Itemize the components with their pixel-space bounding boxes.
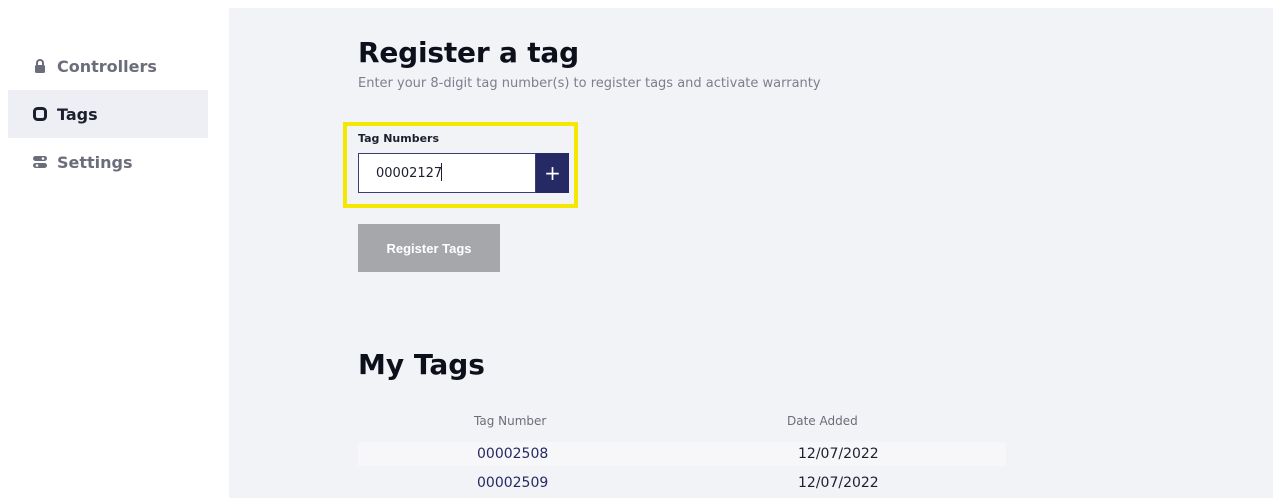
add-tag-button[interactable]: + xyxy=(536,153,569,193)
sidebar-item-label: Tags xyxy=(57,104,98,124)
table-row: 00002509 12/07/2022 xyxy=(358,471,1006,495)
lock-icon xyxy=(33,59,47,73)
tag-number-cell: 00002509 xyxy=(477,475,549,491)
sidebar-item-label: Controllers xyxy=(57,56,157,76)
plus-icon: + xyxy=(544,161,561,185)
sidebar-item-label: Settings xyxy=(57,152,133,172)
sidebar-item-settings[interactable]: Settings xyxy=(8,138,208,186)
sidebar: Controllers Tags Settings xyxy=(0,0,229,498)
page-subtitle: Enter your 8-digit tag number(s) to regi… xyxy=(358,76,821,91)
main-content: Register a tag Enter your 8-digit tag nu… xyxy=(229,8,1273,498)
date-added-cell: 12/07/2022 xyxy=(798,475,879,491)
tag-number-cell: 00002508 xyxy=(477,446,549,462)
sliders-icon xyxy=(33,155,47,169)
page-title: Register a tag xyxy=(358,36,579,69)
column-header-date-added: Date Added xyxy=(787,414,858,428)
column-header-tag-number: Tag Number xyxy=(474,414,547,428)
table-row: 00002508 12/07/2022 xyxy=(358,442,1006,466)
tag-icon xyxy=(33,107,47,121)
tag-number-input[interactable] xyxy=(358,153,536,193)
text-caret xyxy=(441,163,442,181)
register-tags-button[interactable]: Register Tags xyxy=(358,224,500,272)
date-added-cell: 12/07/2022 xyxy=(798,446,879,462)
sidebar-item-controllers[interactable]: Controllers xyxy=(8,42,208,90)
sidebar-item-tags[interactable]: Tags xyxy=(8,90,208,138)
my-tags-title: My Tags xyxy=(358,348,485,381)
tag-numbers-label: Tag Numbers xyxy=(358,132,440,145)
